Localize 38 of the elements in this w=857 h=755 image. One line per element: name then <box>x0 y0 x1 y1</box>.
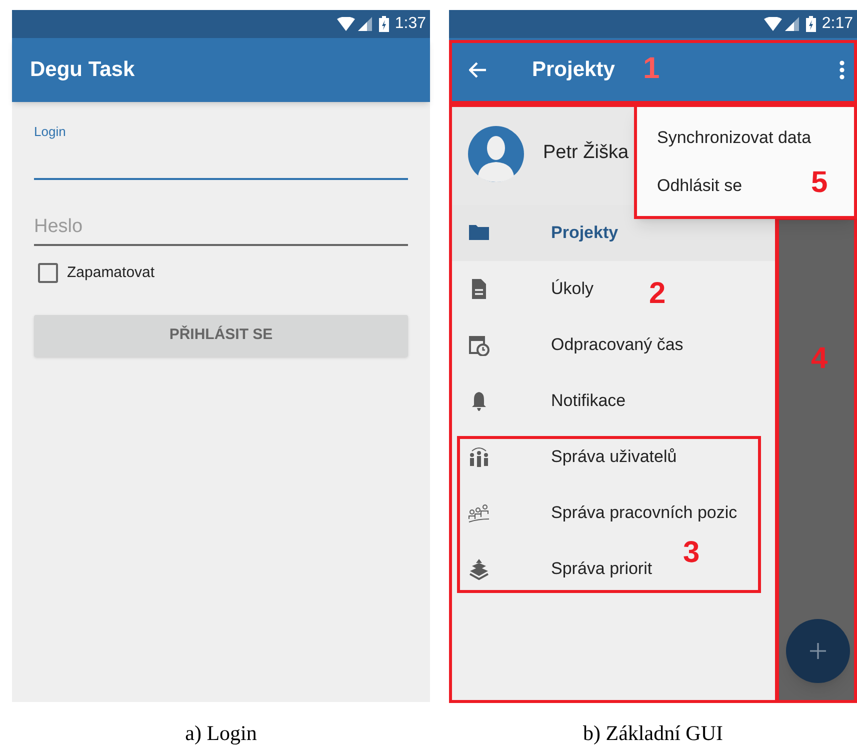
avatar-icon <box>468 126 524 182</box>
battery-icon <box>806 16 816 32</box>
plus-icon <box>809 642 827 660</box>
status-time: 2:17 <box>822 14 853 34</box>
more-menu-icon[interactable] <box>839 60 845 80</box>
wifi-icon <box>336 17 355 31</box>
user-name: Petr Žiška <box>543 140 629 166</box>
login-field[interactable]: Login <box>34 122 408 180</box>
checkbox[interactable] <box>38 263 58 284</box>
drawer-item[interactable]: Správa uživatelů <box>449 429 681 485</box>
annotation-number: 4 <box>811 344 828 374</box>
drawer-item[interactable]: Odpracovaný čas <box>449 317 688 373</box>
drawer-item[interactable]: Správa pracovních pozic <box>449 485 742 541</box>
password-field[interactable]: Heslo <box>34 210 408 246</box>
menu-item[interactable]: Odhlásit se <box>657 172 742 198</box>
battery-icon <box>378 16 389 32</box>
drawer-item[interactable]: Úkoly <box>449 261 598 317</box>
annotation-number: 2 <box>649 279 666 309</box>
menu-item[interactable]: Synchronizovat data <box>657 125 812 150</box>
people-outline-icon <box>468 502 490 524</box>
signal-icon <box>358 17 372 31</box>
annotation-number: 1 <box>643 54 660 84</box>
figure-caption: a) Login <box>185 720 257 747</box>
checkbox-label: Zapamatovat <box>67 263 155 283</box>
back-arrow-icon[interactable] <box>469 62 487 78</box>
annotation-number: 5 <box>811 168 828 198</box>
drawer-item[interactable]: Notifikace <box>449 373 630 429</box>
drawer-item[interactable]: Správa priorit <box>449 541 656 597</box>
people-icon <box>468 446 490 468</box>
status-time: 1:37 <box>394 14 426 34</box>
app-title: Projekty <box>532 57 615 84</box>
wifi-icon <box>764 17 782 31</box>
annotation-number: 3 <box>683 538 700 568</box>
app-title: Degu Task <box>30 57 135 84</box>
figure-caption: b) Základní GUI <box>583 720 723 747</box>
layers-icon <box>468 558 490 580</box>
signal-icon <box>784 17 799 31</box>
calendar-clock-icon <box>468 334 490 356</box>
